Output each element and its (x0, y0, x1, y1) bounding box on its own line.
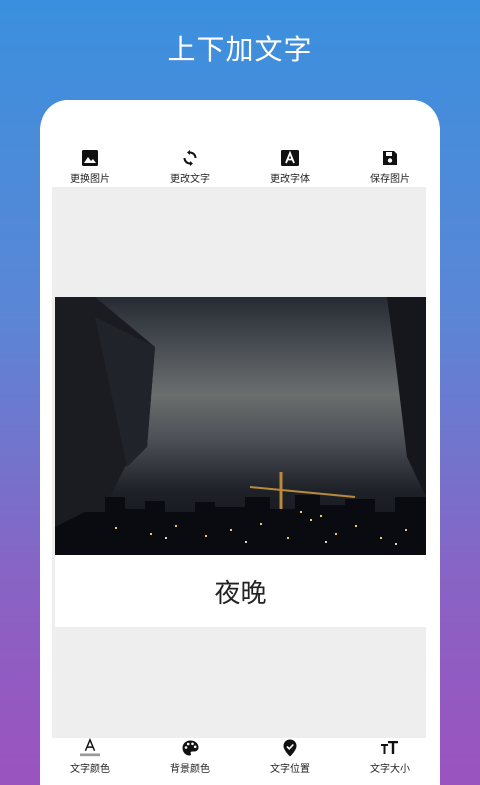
background-color-label: 背景颜色 (170, 764, 210, 775)
text-size-icon (380, 738, 400, 758)
text-color-icon (80, 738, 100, 758)
location-icon (280, 738, 300, 758)
change-font-button[interactable]: 更改字体 (240, 148, 340, 186)
text-size-label: 文字大小 (370, 764, 410, 775)
change-font-label: 更改字体 (270, 174, 310, 185)
text-size-button[interactable]: 文字大小 (340, 738, 440, 783)
image-icon (80, 148, 100, 168)
save-icon (380, 148, 400, 168)
caption-text: 夜晚 (214, 578, 267, 609)
font-icon (280, 148, 300, 168)
night-photo[interactable] (55, 297, 426, 555)
text-position-label: 文字位置 (270, 764, 310, 775)
phone-frame: 更换图片 更改文字 更改字体 保存图片 夜晚 文字颜色 背景颜色 文字位置 文字… (40, 100, 440, 785)
text-color-button[interactable]: 文字颜色 (40, 738, 140, 783)
change-image-label: 更换图片 (70, 174, 110, 185)
editor-canvas: 夜晚 (52, 187, 426, 738)
change-image-button[interactable]: 更换图片 (40, 148, 140, 186)
save-image-button[interactable]: 保存图片 (340, 148, 440, 186)
bottom-toolbar: 文字颜色 背景颜色 文字位置 文字大小 (40, 738, 440, 783)
text-color-label: 文字颜色 (70, 764, 110, 775)
change-text-label: 更改文字 (170, 174, 210, 185)
caption-box[interactable]: 夜晚 (55, 555, 426, 627)
refresh-icon (180, 148, 200, 168)
top-toolbar: 更换图片 更改文字 更改字体 保存图片 (40, 148, 440, 186)
palette-icon (180, 738, 200, 758)
page-title: 上下加文字 (167, 33, 313, 66)
change-text-button[interactable]: 更改文字 (140, 148, 240, 186)
text-position-button[interactable]: 文字位置 (240, 738, 340, 783)
save-image-label: 保存图片 (370, 174, 410, 185)
background-color-button[interactable]: 背景颜色 (140, 738, 240, 783)
